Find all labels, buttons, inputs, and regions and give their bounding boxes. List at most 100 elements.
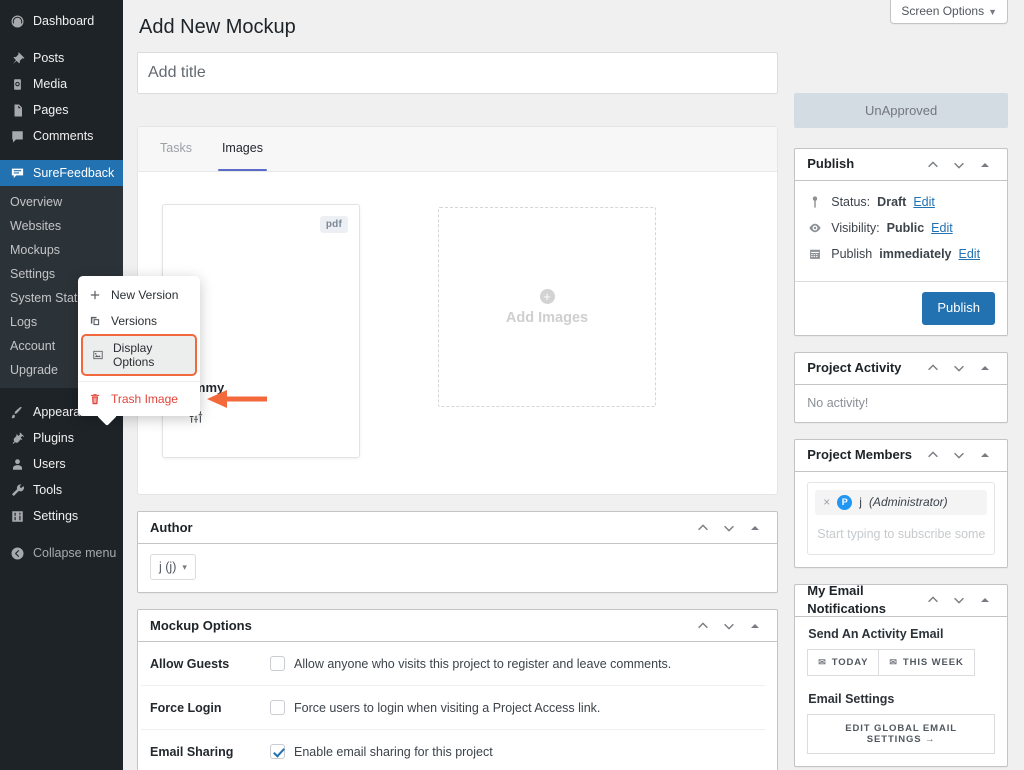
- mockup-options-title: Mockup Options: [150, 617, 252, 635]
- chevron-up-icon: [696, 521, 710, 535]
- image-settings-icon: [92, 349, 104, 361]
- send-this-week-button[interactable]: ✉ THIS WEEK: [879, 649, 974, 676]
- handle-actions: [691, 612, 767, 640]
- triangle-up-icon: [751, 624, 759, 628]
- brush-icon: [9, 404, 25, 420]
- chevron-up-icon: [926, 361, 940, 375]
- send-today-label: TODAY: [832, 657, 869, 668]
- pin-status-icon: [808, 195, 824, 209]
- sidebar-item-tools[interactable]: Tools: [0, 477, 123, 503]
- option-label: Email Sharing: [150, 745, 270, 759]
- toggle-panel-button[interactable]: [973, 586, 997, 614]
- option-label: Allow Guests: [150, 657, 270, 671]
- move-down-button[interactable]: [717, 514, 741, 542]
- move-up-button[interactable]: [921, 354, 945, 382]
- triangle-up-icon: [981, 598, 989, 602]
- author-metabox-body: j (j) ▾: [138, 544, 777, 592]
- wrench-icon: [9, 482, 25, 498]
- toggle-panel-button[interactable]: [973, 441, 997, 469]
- edit-global-email-settings-button[interactable]: EDIT GLOBAL EMAIL SETTINGS →: [807, 714, 995, 754]
- move-down-button[interactable]: [717, 612, 741, 640]
- option-row-email-sharing: Email Sharing Enable email sharing for t…: [141, 730, 765, 770]
- send-today-button[interactable]: ✉ TODAY: [807, 649, 879, 676]
- author-metabox: Author: [137, 511, 778, 593]
- media-icon: [9, 76, 25, 92]
- toggle-panel-button[interactable]: [743, 612, 767, 640]
- tab-tasks[interactable]: Tasks: [148, 126, 204, 171]
- move-down-button[interactable]: [947, 151, 971, 179]
- project-activity-metabox: Project Activity: [794, 352, 1008, 423]
- chevron-down-icon: [952, 448, 966, 462]
- collapse-menu-button[interactable]: Collapse menu: [0, 540, 123, 566]
- chevron-down-icon: ▼: [988, 7, 997, 17]
- publish-button[interactable]: Publish: [922, 292, 995, 325]
- triangle-up-icon: [981, 453, 989, 457]
- sidebar-item-settings[interactable]: Settings: [0, 503, 123, 529]
- file-type-badge: pdf: [320, 216, 348, 233]
- collapse-menu-label: Collapse menu: [33, 546, 116, 560]
- move-up-button[interactable]: [921, 441, 945, 469]
- subscribe-member-input[interactable]: [815, 515, 987, 547]
- context-menu-item-label: Trash Image: [111, 392, 178, 406]
- context-menu-item-label: Versions: [111, 314, 157, 328]
- remove-member-icon[interactable]: ×: [823, 496, 830, 508]
- move-down-button[interactable]: [947, 354, 971, 382]
- option-label: Force Login: [150, 701, 270, 715]
- edit-status-link[interactable]: Edit: [913, 195, 935, 209]
- unapproved-button[interactable]: UnApproved: [794, 93, 1008, 128]
- context-menu-item-trash-image[interactable]: Trash Image: [78, 386, 200, 412]
- toggle-panel-button[interactable]: [973, 354, 997, 382]
- sidebar-item-label: Comments: [33, 129, 93, 143]
- move-down-button[interactable]: [947, 441, 971, 469]
- email-notifications-title: My Email Notifications: [807, 582, 921, 618]
- sidebar-divider: [0, 34, 123, 45]
- chevron-up-icon: [926, 448, 940, 462]
- context-menu-item-versions[interactable]: Versions: [78, 308, 200, 334]
- context-menu-item-display-options[interactable]: Display Options: [81, 334, 197, 376]
- toggle-panel-button[interactable]: [973, 151, 997, 179]
- move-up-button[interactable]: [691, 612, 715, 640]
- sidebar-item-dashboard[interactable]: Dashboard: [0, 8, 123, 34]
- sidebar-item-surefeedback[interactable]: SureFeedback: [0, 160, 123, 186]
- sidebar-item-media[interactable]: Media: [0, 71, 123, 97]
- sidebar-item-label: SureFeedback: [33, 166, 114, 180]
- move-up-button[interactable]: [921, 586, 945, 614]
- submenu-item-mockups[interactable]: Mockups: [0, 238, 123, 262]
- context-menu-item-new-version[interactable]: New Version: [78, 282, 200, 308]
- publish-metabox-header: Publish: [795, 149, 1007, 181]
- sidebar-item-users[interactable]: Users: [0, 451, 123, 477]
- allow-guests-checkbox[interactable]: [270, 656, 285, 671]
- trash-icon: [89, 393, 102, 405]
- author-select[interactable]: j (j) ▾: [150, 554, 196, 580]
- chevron-up-icon: [926, 593, 940, 607]
- sidebar-item-comments[interactable]: Comments: [0, 123, 123, 149]
- activity-email-buttons: ✉ TODAY ✉ THIS WEEK: [807, 649, 995, 676]
- sidebar-item-plugins[interactable]: Plugins: [0, 425, 123, 451]
- move-up-button[interactable]: [921, 151, 945, 179]
- avatar: P: [837, 495, 852, 510]
- author-metabox-title: Author: [150, 519, 193, 537]
- chevron-down-icon: [722, 521, 736, 535]
- member-field[interactable]: × P j (Administrator): [807, 482, 995, 555]
- edit-visibility-link[interactable]: Edit: [931, 221, 953, 235]
- submenu-item-overview[interactable]: Overview: [0, 190, 123, 214]
- sidebar-item-posts[interactable]: Posts: [0, 45, 123, 71]
- plug-icon: [9, 430, 25, 446]
- sidebar-item-label: Plugins: [33, 431, 74, 445]
- sidebar-item-pages[interactable]: Pages: [0, 97, 123, 123]
- submenu-item-websites[interactable]: Websites: [0, 214, 123, 238]
- move-up-button[interactable]: [691, 514, 715, 542]
- screen-meta-links: Screen Options▼: [890, 0, 1008, 24]
- screen-options-button[interactable]: Screen Options▼: [890, 0, 1008, 24]
- mockup-tabs: Tasks Images: [138, 127, 777, 172]
- title-input[interactable]: [138, 53, 777, 93]
- edit-schedule-link[interactable]: Edit: [959, 247, 981, 261]
- tab-images[interactable]: Images: [210, 126, 275, 171]
- force-login-checkbox[interactable]: [270, 700, 285, 715]
- move-down-button[interactable]: [947, 586, 971, 614]
- add-images-dropzone[interactable]: + Add Images: [438, 207, 656, 407]
- chevron-down-icon: [952, 158, 966, 172]
- pin-icon: [9, 50, 25, 66]
- toggle-panel-button[interactable]: [743, 514, 767, 542]
- email-sharing-checkbox[interactable]: [270, 744, 285, 759]
